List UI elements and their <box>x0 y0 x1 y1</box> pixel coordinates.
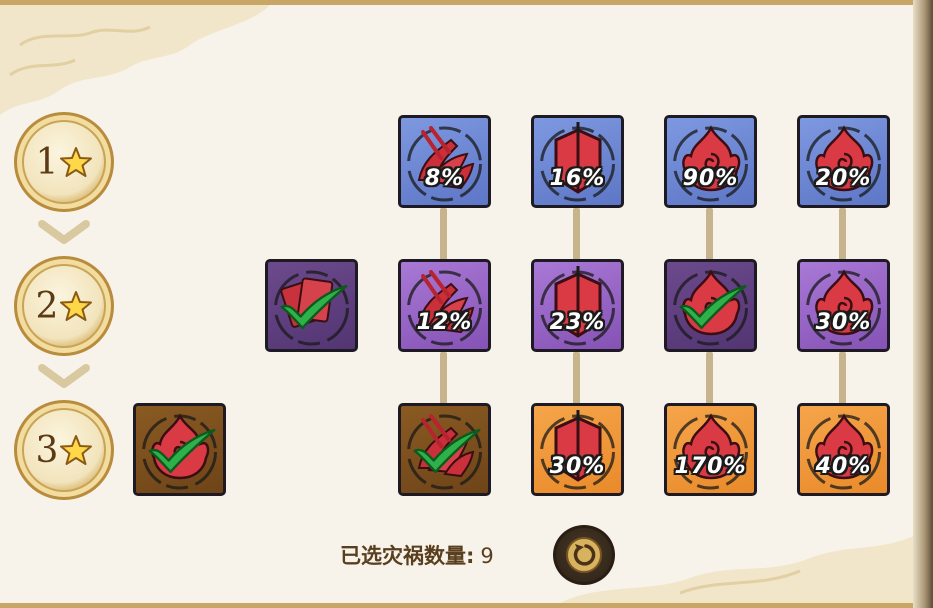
flame-spiral-icon <box>800 118 887 205</box>
check-icon <box>409 426 485 474</box>
disaster-tile-r1c3[interactable]: 90% <box>664 115 757 208</box>
disaster-tile-r1c2[interactable]: 16% <box>531 115 624 208</box>
disaster-tile-r2c3[interactable] <box>664 259 757 352</box>
disaster-tile-r3c2[interactable]: 30% <box>531 403 624 496</box>
tile-percent: 170% <box>674 454 747 479</box>
reset-button[interactable] <box>553 525 615 585</box>
tier-number: 2 <box>35 285 59 327</box>
selected-count-label: 已选灾祸数量: 9 <box>340 540 494 570</box>
disaster-tile-r1c4[interactable]: 20% <box>797 115 890 208</box>
selected-count-value: 9 <box>480 544 494 568</box>
tile-percent: 30% <box>549 454 606 479</box>
link-line <box>440 208 447 262</box>
link-line <box>706 352 713 406</box>
reset-arrow-icon <box>566 537 602 573</box>
disaster-tile-r2c1[interactable]: 12% <box>398 259 491 352</box>
tile-percent: 20% <box>815 166 872 191</box>
flame-spiral-icon <box>667 406 754 493</box>
check-icon <box>276 282 352 330</box>
disaster-tile-r3c4[interactable]: 40% <box>797 403 890 496</box>
tile-percent: 16% <box>549 166 606 191</box>
chevron-down-icon <box>38 364 90 388</box>
disaster-tile-r2c0[interactable] <box>265 259 358 352</box>
check-icon <box>144 426 220 474</box>
star-icon <box>60 147 93 177</box>
disaster-tile-r2c4[interactable]: 30% <box>797 259 890 352</box>
tile-percent: 12% <box>416 310 473 335</box>
tier-number: 1 <box>35 141 59 183</box>
disaster-tile-r3c1[interactable] <box>398 403 491 496</box>
tile-percent: 23% <box>549 310 606 335</box>
panel-right-edge <box>913 0 933 608</box>
check-icon <box>675 282 751 330</box>
shield-icon <box>534 406 621 493</box>
link-line <box>573 208 580 262</box>
tier-badge-2: 2 <box>14 256 114 356</box>
disaster-tile-r1c1[interactable]: 8% <box>398 115 491 208</box>
shield-icon <box>534 118 621 205</box>
star-icon <box>60 435 93 465</box>
tile-percent: 40% <box>815 454 872 479</box>
disaster-tile-r2c2[interactable]: 23% <box>531 259 624 352</box>
link-line <box>706 208 713 262</box>
tier-number: 3 <box>35 429 59 471</box>
chevron-down-icon <box>38 220 90 244</box>
tier-badge-1: 1 <box>14 112 114 212</box>
link-line <box>440 352 447 406</box>
flame-spiral-icon <box>800 262 887 349</box>
link-line <box>839 352 846 406</box>
flame-spiral-icon <box>800 406 887 493</box>
tile-percent: 30% <box>815 310 872 335</box>
selected-count-text: 已选灾祸数量: <box>340 544 475 568</box>
claw-fire-icon <box>401 262 488 349</box>
tile-percent: 8% <box>424 166 465 191</box>
link-line <box>573 352 580 406</box>
disaster-tile-r3c3[interactable]: 170% <box>664 403 757 496</box>
flame-spiral-icon <box>667 118 754 205</box>
star-icon <box>60 291 93 321</box>
shield-icon <box>534 262 621 349</box>
tile-percent: 90% <box>682 166 739 191</box>
claw-fire-icon <box>401 118 488 205</box>
tier-badge-3: 3 <box>14 400 114 500</box>
link-line <box>839 208 846 262</box>
disaster-tile-r3c0[interactable] <box>133 403 226 496</box>
